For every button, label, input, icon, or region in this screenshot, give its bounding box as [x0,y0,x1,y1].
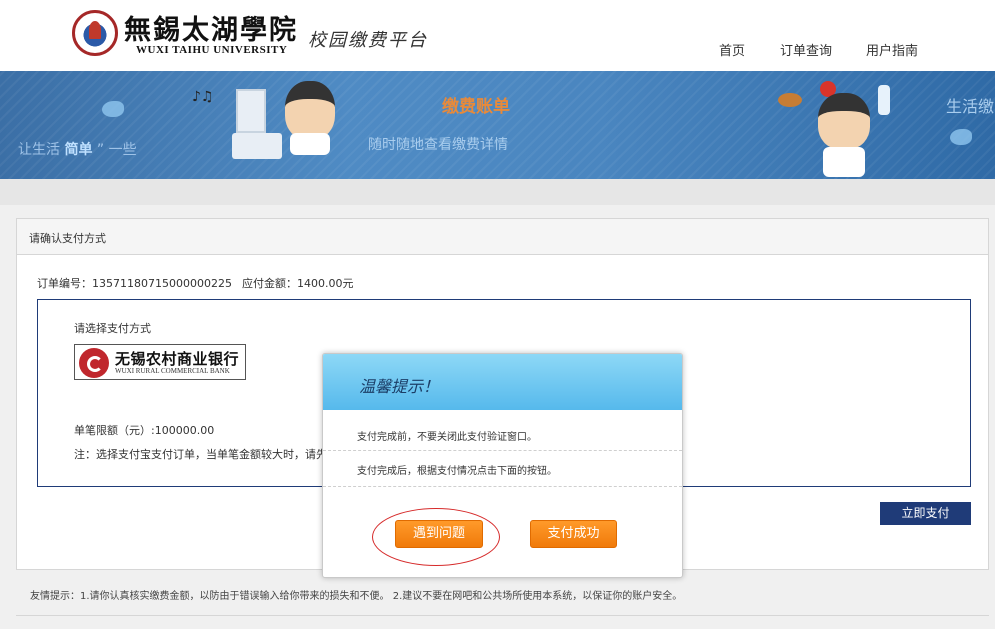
highlight-ring [372,508,500,566]
dialog-divider [323,486,682,487]
payment-success-button[interactable]: 支付成功 [530,520,617,548]
dialog-title: 温馨提示！ [359,377,440,396]
dialog-message-before: 支付完成前，不要关闭此支付验证窗口。 [357,432,537,443]
dialog-header: 温馨提示！ [323,354,682,410]
dialog-message-after: 支付完成后，根据支付情况点击下面的按钮。 [357,466,557,477]
dialog-divider [323,450,682,451]
